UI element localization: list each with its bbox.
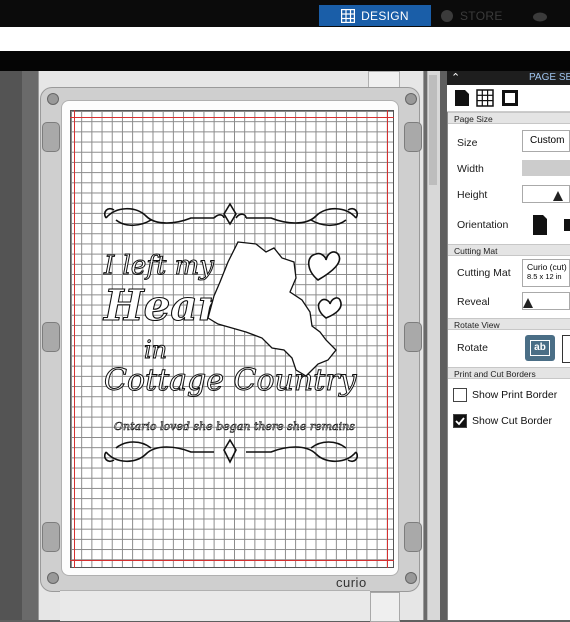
grid-settings-icon[interactable]	[476, 89, 494, 107]
height-label: Height	[457, 189, 488, 201]
line-cottage-country: Cottage Country	[104, 363, 358, 398]
tab-store-label: STORE	[460, 8, 503, 23]
cut-border-right	[387, 110, 388, 568]
heart-small-icon	[317, 297, 342, 319]
show-cut-border-label: Show Cut Border	[472, 415, 552, 427]
line-i-left-my: I left my	[103, 251, 214, 281]
cut-border-left	[74, 110, 75, 568]
mat-clip	[404, 522, 422, 552]
size-label: Size	[457, 137, 478, 149]
top-nav-bar: DESIGN STORE	[0, 0, 570, 27]
section-print-cut-borders: Print and Cut Borders	[448, 367, 570, 379]
cutting-mat-dimensions: 8.5 x 12 in	[527, 272, 562, 281]
rotate-view-button-alt[interactable]	[562, 335, 570, 363]
landscape-orientation-icon[interactable]	[562, 214, 570, 236]
grid-icon	[341, 8, 356, 23]
panel-icon-row	[447, 85, 570, 112]
heart-large-icon	[307, 251, 341, 281]
design-artwork[interactable]: I left my Heart in Cottage Country Ontar…	[96, 200, 366, 472]
mat-clip	[42, 122, 60, 152]
store-icon	[441, 9, 453, 22]
section-cutting-mat: Cutting Mat	[448, 244, 570, 256]
cut-border-top	[70, 117, 394, 118]
mat-clip	[42, 322, 60, 352]
show-cut-border-checkbox[interactable]	[453, 414, 467, 428]
reveal-label: Reveal	[457, 296, 490, 308]
checkmark-icon	[455, 417, 465, 426]
mat-hole	[405, 572, 417, 584]
cut-border-bottom	[70, 560, 394, 561]
show-print-border-label: Show Print Border	[472, 389, 558, 401]
top-flourish	[103, 202, 359, 227]
tab-store[interactable]: STORE	[440, 5, 510, 26]
page-setup-title: PAGE SET	[529, 72, 570, 83]
bottom-bar	[60, 590, 370, 621]
mat-clip	[42, 522, 60, 552]
mat-clip	[404, 322, 422, 352]
width-label: Width	[457, 163, 484, 175]
orientation-label: Orientation	[457, 219, 509, 231]
show-print-border-checkbox[interactable]	[453, 388, 467, 402]
scroll-corner-bottom	[370, 592, 400, 622]
cutting-mat-select[interactable]: Curio (cut) 8.5 x 12 in	[522, 259, 570, 287]
rotate-ab-icon: ab	[530, 340, 550, 356]
secondary-toolbar	[0, 51, 570, 71]
line-in: in	[144, 336, 167, 364]
cutting-mat-label: Cutting Mat	[457, 267, 511, 279]
mat-hole	[47, 572, 59, 584]
mat-clip	[404, 122, 422, 152]
tab-design-label: DESIGN	[361, 8, 409, 23]
toolbar-area	[0, 27, 570, 51]
collapse-arrow-icon[interactable]: ⌃	[451, 71, 460, 84]
size-select[interactable]: Custom	[522, 130, 570, 152]
registration-marks-icon[interactable]	[501, 89, 519, 107]
mat-hole	[405, 93, 417, 105]
mat-hole	[47, 93, 59, 105]
reveal-slider-knob[interactable]	[523, 298, 533, 308]
bottom-flourish	[103, 438, 359, 464]
page-icon[interactable]	[453, 89, 471, 107]
tagline-text: Ontario loved she began there she remain…	[114, 420, 355, 433]
height-slider-knob[interactable]	[553, 191, 563, 201]
portrait-orientation-icon[interactable]	[530, 214, 550, 236]
height-slider[interactable]	[522, 185, 570, 203]
vertical-scrollbar-thumb[interactable]	[429, 75, 437, 185]
rotate-view-button[interactable]: ab	[525, 335, 555, 361]
section-page-size: Page Size	[448, 112, 570, 124]
cutting-mat-value: Curio (cut)	[527, 262, 567, 272]
page-setup-header: ⌃ PAGE SET	[447, 71, 570, 85]
width-field[interactable]	[522, 160, 570, 176]
tab-design[interactable]: DESIGN	[319, 5, 431, 26]
cloud-icon	[533, 12, 547, 21]
mat-brand-logo: curio	[336, 575, 367, 590]
left-strip	[0, 71, 22, 620]
rotate-label: Rotate	[457, 342, 488, 354]
reveal-slider[interactable]	[522, 292, 570, 310]
tab-library[interactable]	[532, 5, 570, 26]
section-rotate-view: Rotate View	[448, 318, 570, 330]
